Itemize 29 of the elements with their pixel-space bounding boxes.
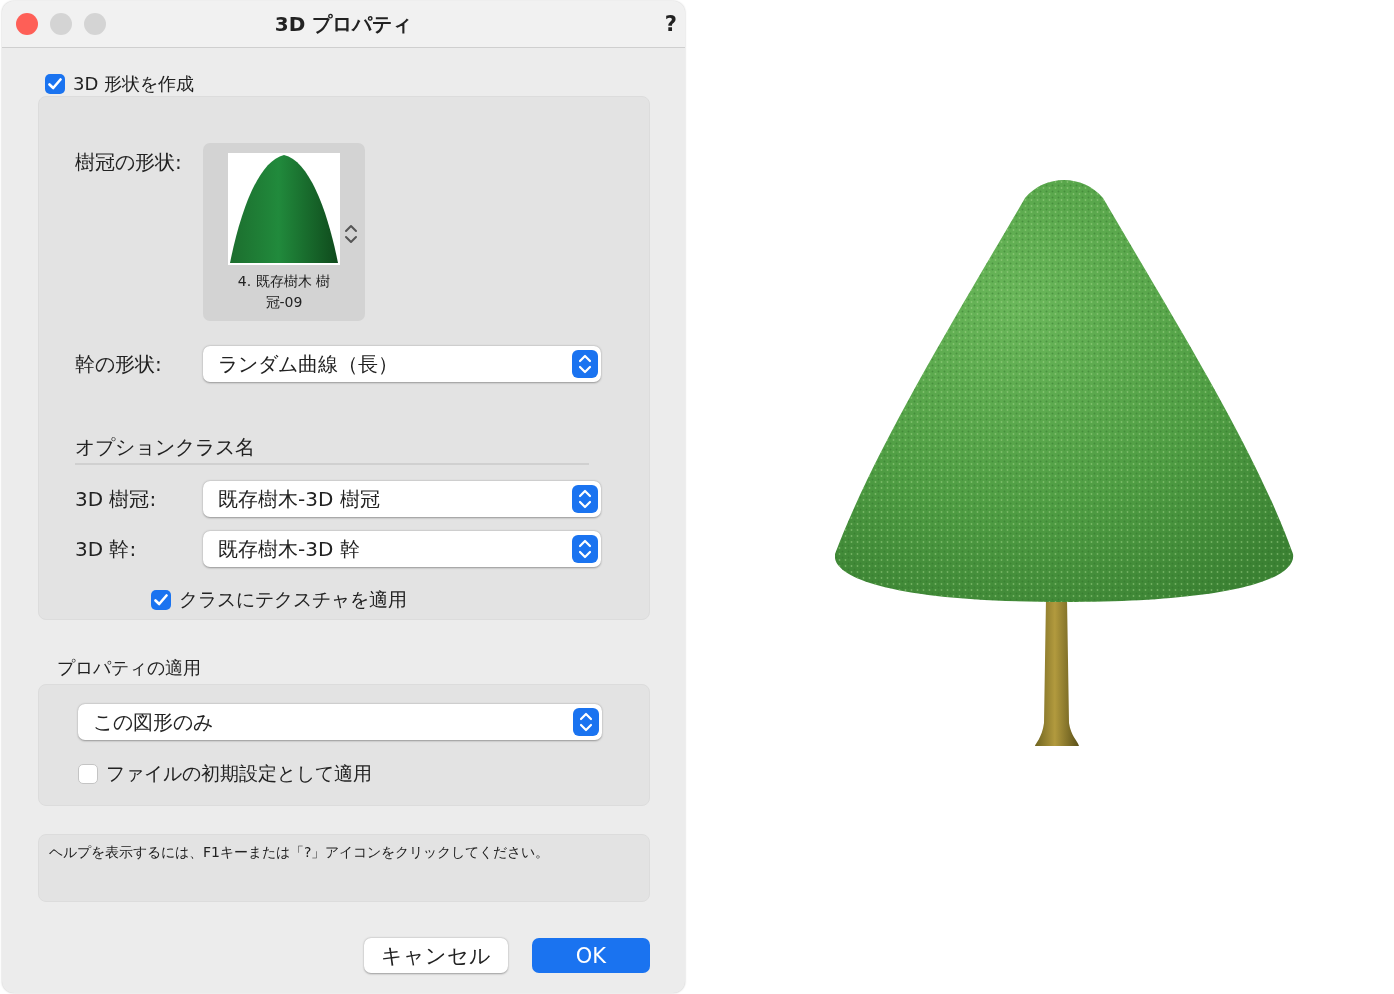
up-down-chevron-icon [572, 485, 598, 513]
close-button[interactable] [16, 13, 38, 35]
crown-shape-label: 樹冠の形状: [75, 149, 183, 176]
class-label: 3D 樹冠: [75, 485, 158, 513]
section-heading: オプションクラス名 [75, 434, 589, 465]
section-heading: プロパティの適用 [57, 656, 202, 680]
help-message: ヘルプを表示するには、F1キーまたは「?」アイコンをクリックしてください。 [38, 834, 650, 902]
cancel-button[interactable]: キャンセル [364, 938, 508, 973]
stepper-icon[interactable] [343, 223, 359, 245]
thumbnail-panel[interactable]: 4. 既存樹木 樹冠-09 [203, 143, 365, 321]
trunk-shape-dropdown[interactable]: ランダム曲線（長） [203, 346, 601, 382]
apply-scope-dropdown[interactable]: この図形のみ [78, 704, 602, 740]
checkbox[interactable] [45, 74, 65, 94]
class-dropdown[interactable]: 既存樹木-3D 幹 [203, 531, 601, 567]
checkbox-label: ファイルの初期設定として適用 [106, 761, 372, 786]
up-down-chevron-icon [572, 535, 598, 563]
checkbox-label: 3D 形状を作成 [73, 72, 195, 96]
checkbox-label: クラスにテクスチャを適用 [179, 587, 407, 612]
up-down-chevron-icon [573, 708, 599, 736]
checkbox[interactable] [78, 764, 98, 784]
checkbox[interactable] [151, 590, 171, 610]
class-dropdown[interactable]: 既存樹木-3D 樹冠 [203, 481, 601, 517]
class-label: 3D 幹: [75, 535, 138, 563]
ok-button[interactable]: OK [532, 938, 650, 973]
help-button[interactable]: ? [664, 12, 677, 36]
thumbnail-caption: 4. 既存樹木 樹冠-09 [236, 272, 332, 312]
window-title: 3D プロパティ [274, 11, 413, 36]
trunk-shape-label: 幹の形状: [75, 350, 163, 378]
up-down-chevron-icon [572, 350, 598, 378]
